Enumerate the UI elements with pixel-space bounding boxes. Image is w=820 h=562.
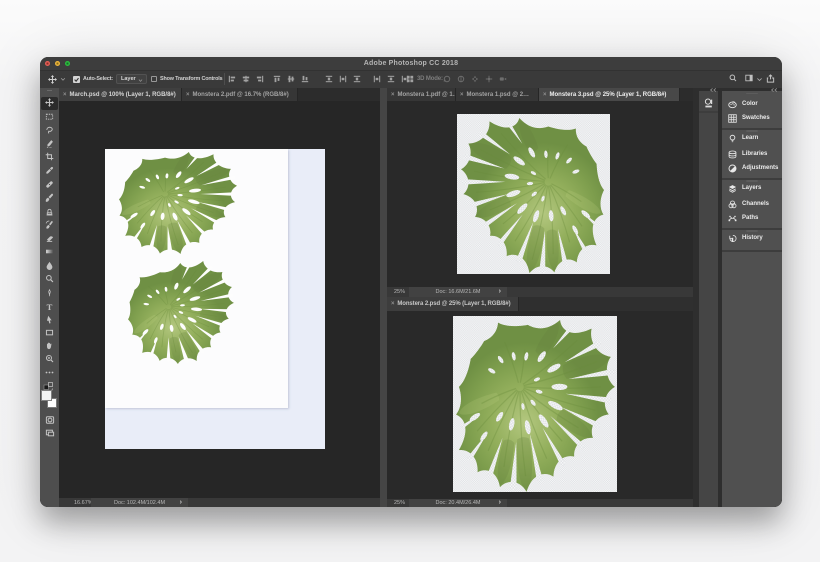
svg-text:T: T [47,302,53,311]
